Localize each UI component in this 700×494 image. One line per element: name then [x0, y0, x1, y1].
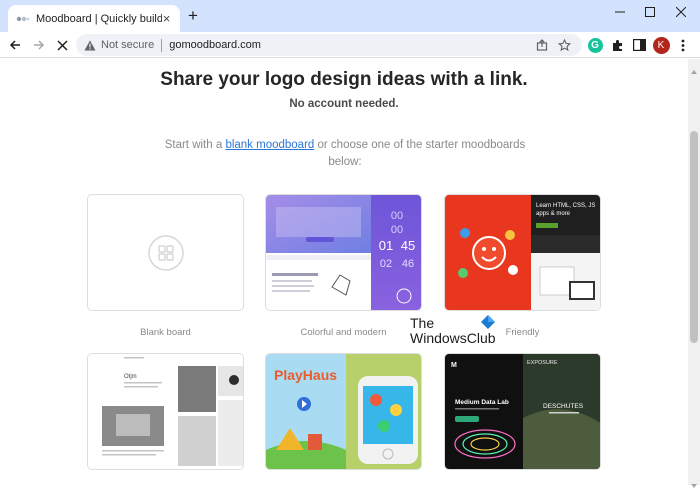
colorful-modern-thumbnail: 00 00 01 45 02 46	[266, 195, 421, 310]
scroll-down-arrow-icon[interactable]	[691, 476, 697, 488]
extensions-puzzle-icon[interactable]	[608, 36, 626, 54]
svg-text:00: 00	[391, 210, 403, 222]
colorful-modern-label[interactable]: Colorful and modern	[265, 327, 422, 338]
blank-board-label[interactable]: Blank board	[87, 327, 244, 338]
svg-text:02: 02	[380, 258, 392, 270]
blank-board-card[interactable]	[87, 194, 244, 311]
minimal-gallery-card[interactable]: Otjm	[87, 353, 244, 470]
svg-text:00: 00	[391, 224, 403, 236]
svg-text:45: 45	[401, 238, 415, 253]
minimize-icon[interactable]	[610, 4, 630, 20]
playhaus-thumbnail: PlayHaus	[266, 354, 421, 469]
browser-tab[interactable]: Moodboard | Quickly build beautiful ×	[8, 5, 180, 32]
svg-text:DESCHUTES: DESCHUTES	[543, 403, 584, 410]
back-arrow-icon[interactable]	[6, 36, 24, 54]
side-panel-icon[interactable]	[630, 36, 648, 54]
tab-title: Moodboard | Quickly build beautiful	[36, 12, 162, 25]
playhaus-card[interactable]: PlayHaus	[265, 353, 422, 470]
medium-data-lab-thumbnail: M Medium Data Lab EXPOSURE DESCHUTES	[445, 354, 600, 469]
svg-text:apps & more: apps & more	[536, 211, 571, 217]
scroll-thumb[interactable]	[690, 131, 698, 343]
svg-text:M: M	[451, 362, 457, 369]
svg-text:Medium Data Lab: Medium Data Lab	[455, 399, 509, 406]
browser-titlebar: Moodboard | Quickly build beautiful × +	[0, 0, 700, 32]
maximize-icon[interactable]	[640, 4, 660, 20]
watermark-line-1: The	[410, 315, 435, 331]
moodboard-favicon-icon	[16, 12, 30, 26]
blank-moodboard-link[interactable]: blank moodboard	[225, 139, 314, 151]
bookmark-star-icon[interactable]	[556, 37, 572, 53]
friendly-card[interactable]: Learn HTML, CSS, JS apps & more	[444, 194, 601, 311]
share-icon[interactable]	[534, 37, 550, 53]
new-tab-button[interactable]: +	[186, 7, 200, 24]
tab-close-icon[interactable]: ×	[160, 12, 173, 25]
warning-triangle-icon[interactable]	[84, 40, 96, 51]
intro-prefix: Start with a	[164, 139, 226, 151]
svg-text:01: 01	[379, 238, 393, 253]
page-viewport: Share your logo design ideas with a link…	[0, 59, 688, 485]
grammarly-extension-icon[interactable]: G	[586, 36, 604, 54]
page-scrollbar[interactable]	[688, 59, 700, 488]
windowsclub-watermark: The WindowsClub	[408, 313, 504, 353]
watermark-line-2: WindowsClub	[410, 330, 496, 346]
chrome-menu-icon[interactable]	[674, 36, 692, 54]
page-headline: Share your logo design ideas with a link…	[160, 69, 528, 90]
svg-text:PlayHaus: PlayHaus	[274, 367, 337, 383]
friendly-thumbnail: Learn HTML, CSS, JS apps & more	[445, 195, 600, 310]
medium-data-lab-card[interactable]: M Medium Data Lab EXPOSURE DESCHUTES	[444, 353, 601, 470]
svg-text:Learn HTML, CSS, JS: Learn HTML, CSS, JS	[536, 203, 595, 209]
stop-loading-icon[interactable]	[53, 36, 71, 54]
url-text[interactable]: gomoodboard.com	[169, 39, 261, 51]
forward-arrow-icon[interactable]	[30, 36, 48, 54]
minimal-gallery-thumbnail: Otjm	[88, 354, 243, 469]
close-window-icon[interactable]	[671, 4, 691, 20]
address-bar[interactable]: Not secure gomoodboard.com	[76, 34, 582, 56]
page-subheadline: No account needed.	[289, 98, 399, 110]
svg-text:46: 46	[402, 258, 414, 270]
browser-toolbar: Not secure gomoodboard.com G K	[0, 32, 700, 58]
colorful-modern-card[interactable]: 00 00 01 45 02 46	[265, 194, 422, 311]
intro-suffix: or choose one of the starter moodboards …	[314, 139, 526, 168]
security-status[interactable]: Not secure	[101, 39, 154, 51]
intro-text: Start with a blank moodboard or choose o…	[160, 137, 530, 171]
windowsclub-logo-icon	[481, 315, 495, 329]
grid-icon	[148, 235, 184, 271]
svg-text:Otjm: Otjm	[124, 374, 137, 380]
address-separator	[161, 38, 163, 52]
scroll-up-arrow-icon[interactable]	[691, 62, 697, 74]
profile-avatar[interactable]: K	[652, 36, 670, 54]
svg-text:EXPOSURE: EXPOSURE	[527, 360, 558, 366]
